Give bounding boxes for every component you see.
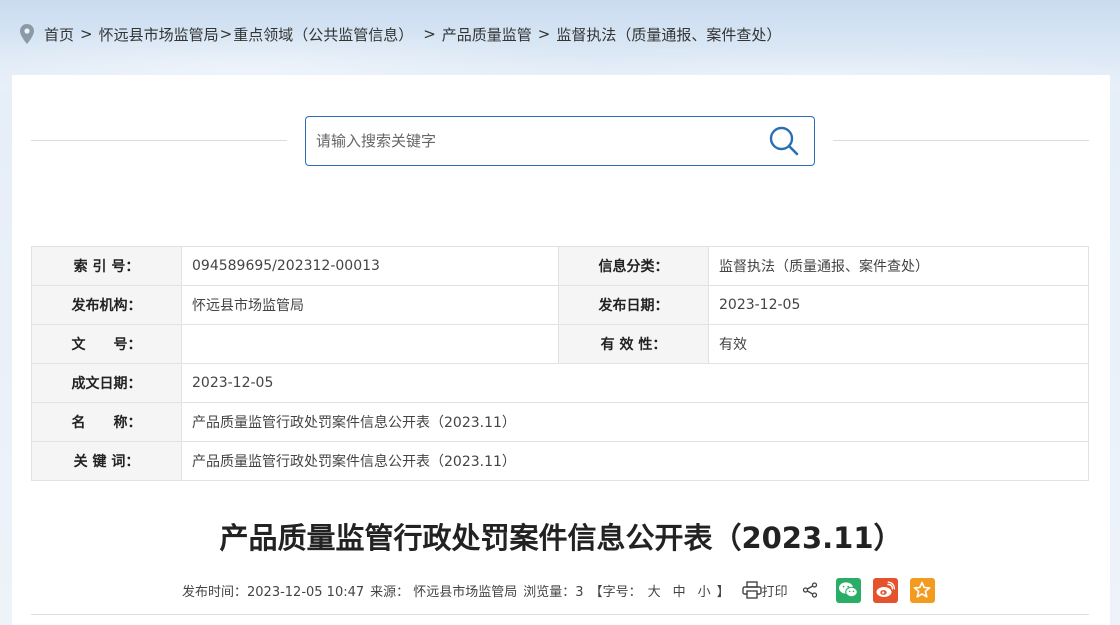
- content-panel: 索 引 号： 094589695/202312-00013 信息分类： 监督执法…: [12, 75, 1110, 625]
- share-icon[interactable]: [802, 582, 818, 598]
- breadcrumb-enforcement[interactable]: 监督执法（质量通报、案件查处）: [556, 24, 781, 45]
- validity-value: 有效: [708, 324, 1089, 364]
- view-count: 浏览量：3: [523, 584, 584, 600]
- search-divider-right: [833, 140, 1089, 141]
- breadcrumb-key-areas[interactable]: 重点领域（公共监管信息）: [233, 24, 413, 45]
- search-input[interactable]: [306, 117, 754, 165]
- search-icon: [769, 126, 799, 156]
- search-button[interactable]: [754, 117, 814, 165]
- font-size-medium-button[interactable]: 中: [673, 581, 686, 600]
- keywords-label: 关 键 词：: [31, 441, 182, 481]
- table-row: 文 号： 有 效 性： 有效: [31, 324, 1089, 364]
- breadcrumb-separator: >: [219, 25, 233, 43]
- table-row: 名 称： 产品质量监管行政处罚案件信息公开表（2023.11）: [31, 402, 1089, 442]
- metadata-table: 索 引 号： 094589695/202312-00013 信息分类： 监督执法…: [31, 246, 1089, 481]
- breadcrumb-separator: >: [537, 25, 551, 43]
- category-value: 监督执法（质量通报、案件查处）: [708, 246, 1089, 286]
- article-divider: [31, 614, 1089, 615]
- created-date-label: 成文日期：: [31, 363, 182, 403]
- weibo-share-button[interactable]: [872, 577, 898, 603]
- breadcrumb-separator: >: [423, 25, 436, 43]
- wechat-share-button[interactable]: [835, 577, 861, 603]
- font-size-small-button[interactable]: 小: [698, 581, 711, 600]
- category-label: 信息分类：: [558, 246, 709, 286]
- favorite-button[interactable]: [909, 577, 935, 603]
- table-row: 成文日期： 2023-12-05: [31, 363, 1089, 403]
- font-size-end: 】: [716, 584, 730, 600]
- table-row: 发布机构： 怀远县市场监管局 发布日期： 2023-12-05: [31, 285, 1089, 325]
- document-number-value: [181, 324, 559, 364]
- article-title: 产品质量监管行政处罚案件信息公开表（2023.11）: [219, 521, 903, 555]
- table-row: 关 键 词： 产品质量监管行政处罚案件信息公开表（2023.11）: [31, 441, 1089, 481]
- weibo-icon: [876, 581, 896, 597]
- wechat-icon: [839, 582, 858, 598]
- breadcrumb-product-quality[interactable]: 产品质量监管: [442, 24, 532, 45]
- print-button[interactable]: 打印: [741, 581, 794, 600]
- print-label: 打印: [761, 584, 788, 600]
- print-icon: [741, 581, 762, 599]
- breadcrumb-separator: >: [80, 25, 93, 43]
- index-number-value: 094589695/202312-00013: [181, 246, 559, 286]
- breadcrumb-bureau[interactable]: 怀远县市场监管局: [99, 24, 219, 45]
- publish-date-label: 发布日期：: [558, 285, 709, 325]
- font-size-label: 【字号：: [589, 584, 642, 600]
- location-icon: [20, 24, 34, 44]
- index-number-label: 索 引 号：: [31, 246, 182, 286]
- publish-date-value: 2023-12-05: [708, 285, 1089, 325]
- validity-label: 有 效 性：: [558, 324, 709, 364]
- article-info-bar: 发布时间：2023-12-05 10:47 来源： 怀远县市场监管局 浏览量：3…: [182, 577, 935, 603]
- organization-value: 怀远县市场监管局: [181, 285, 559, 325]
- breadcrumb-home[interactable]: 首页: [44, 24, 74, 45]
- search-box: [305, 116, 815, 166]
- name-value: 产品质量监管行政处罚案件信息公开表（2023.11）: [181, 402, 1089, 442]
- organization-label: 发布机构：: [31, 285, 182, 325]
- document-number-label: 文 号：: [31, 324, 182, 364]
- publish-time: 发布时间：2023-12-05 10:47: [182, 584, 365, 600]
- article-source: 来源： 怀远县市场监管局: [370, 584, 518, 600]
- search-divider-left: [31, 140, 287, 141]
- table-row: 索 引 号： 094589695/202312-00013 信息分类： 监督执法…: [31, 246, 1089, 286]
- name-label: 名 称：: [31, 402, 182, 442]
- created-date-value: 2023-12-05: [181, 363, 1089, 403]
- keywords-value: 产品质量监管行政处罚案件信息公开表（2023.11）: [181, 441, 1089, 481]
- font-size-large-button[interactable]: 大: [648, 581, 661, 600]
- star-icon: [913, 581, 931, 598]
- breadcrumb: 首页 > 怀远县市场监管局 > 重点领域（公共监管信息） > 产品质量监管 > …: [20, 22, 781, 46]
